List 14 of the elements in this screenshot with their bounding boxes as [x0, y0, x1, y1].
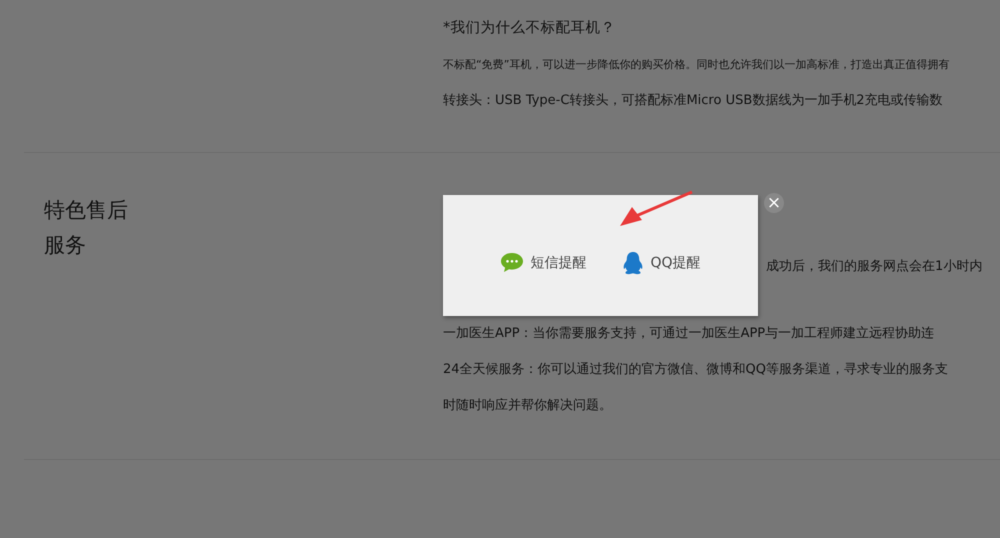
paragraph-line: 转接头：USB Type-C转接头，可搭配标准Micro USB数据线为一加手机2充电或传输数: [443, 92, 944, 110]
paragraph-line: 不标配“免费”耳机，可以进一步降低你的购买价格。同时也允许我们以一加高标准，打造出真正值得拥有: [443, 57, 950, 73]
reminder-option[interactable]: QQ提醒: [622, 250, 701, 274]
reminder-option[interactable]: 短信提醒: [500, 252, 586, 273]
chat-bubble-icon: [500, 252, 524, 273]
close-button[interactable]: ×: [764, 193, 784, 213]
paragraph-line: 24全天候服务：你可以通过我们的官方微信、微博和QQ等服务渠道，寻求专业的服务支: [443, 361, 950, 379]
paragraph-line: 时随时响应并帮你解决问题。: [443, 397, 613, 415]
paragraph-line: 成功后，我们的服务网点会在1小时内: [766, 258, 982, 276]
section-heading: 服务: [44, 232, 87, 259]
section-heading: 特色售后: [44, 197, 129, 224]
question-heading: *我们为什么不标配耳机？: [443, 19, 616, 38]
penguin-icon: [622, 250, 644, 274]
paragraph-line: 一加医生APP：当你需要服务支持，可通过一加医生APP与一加工程师建立远程协助连: [443, 325, 936, 343]
